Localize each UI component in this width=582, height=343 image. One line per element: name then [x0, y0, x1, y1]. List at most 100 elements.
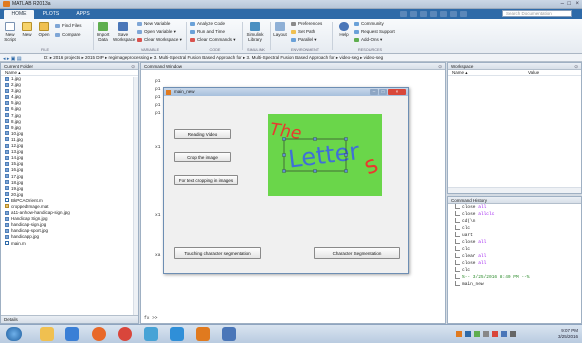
simulink-library-button[interactable]: Simulink Library: [245, 22, 265, 42]
gear-icon: [291, 22, 296, 26]
image-word-s: s: [360, 150, 382, 181]
workspace-panel: Workspace ⊙ Name ▴ Value: [447, 62, 582, 194]
network-icon[interactable]: [501, 331, 507, 337]
preferences-button[interactable]: Preferences: [291, 21, 322, 27]
clear-workspace-button[interactable]: Clear Workspace ▾: [137, 37, 182, 43]
close-icon[interactable]: ×: [575, 1, 579, 7]
figure-maximize-button[interactable]: □: [379, 89, 387, 95]
minimize-icon[interactable]: –: [561, 1, 564, 7]
tab-home[interactable]: HOME: [4, 10, 34, 19]
app-icon[interactable]: [144, 327, 158, 341]
help-icon: [339, 22, 349, 31]
chrome-icon[interactable]: [118, 327, 132, 341]
save-workspace-button[interactable]: Save Workspace: [113, 22, 135, 42]
layout-icon: [275, 22, 285, 31]
image-file-icon: [5, 88, 9, 93]
open-variable-button[interactable]: Open Variable ▾: [137, 29, 176, 35]
current-path[interactable]: D: ▸ 2016 projects ▸ 2015 DIP ▸ regimage…: [44, 54, 383, 62]
undo-icon[interactable]: [440, 11, 447, 17]
panel-menu-icon[interactable]: ⊙: [574, 63, 578, 70]
history-entry[interactable]: clc: [448, 225, 581, 232]
panel-menu-icon[interactable]: ⊙: [131, 63, 135, 70]
details-bar[interactable]: Details: [1, 315, 138, 323]
save-icon[interactable]: [400, 11, 407, 17]
add-ons-button[interactable]: Add-Ons ▾: [354, 37, 382, 43]
tray-icon[interactable]: [483, 331, 489, 337]
address-bar[interactable]: ◂ ▸ ▣ ▤ D: ▸ 2016 projects ▸ 2015 DIP ▸ …: [0, 54, 582, 62]
layout-button[interactable]: Layout: [272, 22, 288, 37]
figure-window-main-new[interactable]: main_new – □ × Reading Video Crop the im…: [163, 87, 409, 274]
tray-icon[interactable]: [456, 331, 462, 337]
touching-character-segmentation-button[interactable]: Touching character segmentation: [174, 247, 261, 259]
file-list-item[interactable]: main.m: [1, 241, 138, 247]
import-data-button[interactable]: Import Data: [95, 22, 111, 42]
history-entry[interactable]: close all: [448, 239, 581, 246]
find-files-button[interactable]: Find Files: [55, 23, 82, 29]
new-variable-button[interactable]: New Variable: [137, 21, 170, 27]
history-entry[interactable]: cd(\n: [448, 218, 581, 225]
set-path-button[interactable]: Set Path: [291, 29, 315, 35]
history-entry[interactable]: clear all: [448, 253, 581, 260]
cut-icon[interactable]: [410, 11, 417, 17]
history-entry[interactable]: clc: [448, 267, 581, 274]
image-axes[interactable]: The Letter s: [268, 114, 382, 196]
reading-video-button[interactable]: Reading Video: [174, 129, 231, 139]
history-entry[interactable]: main_new: [448, 281, 581, 288]
help-button[interactable]: Help: [336, 22, 352, 37]
compare-button[interactable]: Compare: [55, 32, 81, 38]
tab-plots[interactable]: PLOTS: [36, 10, 66, 19]
history-entry[interactable]: close all: [448, 260, 581, 267]
figure-minimize-button[interactable]: –: [370, 89, 378, 95]
panel-menu-icon[interactable]: ⊙: [438, 63, 442, 70]
tray-icon[interactable]: [465, 331, 471, 337]
clock[interactable]: 9:07 PM 3/25/2016: [558, 328, 578, 340]
crop-handle: [344, 153, 348, 157]
history-entry[interactable]: clc: [448, 246, 581, 253]
new-button[interactable]: New: [19, 22, 35, 37]
paste-icon[interactable]: [430, 11, 437, 17]
parallel-button[interactable]: Parallel ▾: [291, 37, 317, 43]
skype-icon[interactable]: [170, 327, 184, 341]
image-file-icon: [5, 186, 9, 191]
new-script-button[interactable]: New Script: [2, 22, 18, 42]
tray-icon[interactable]: [492, 331, 498, 337]
volume-icon[interactable]: [510, 331, 516, 337]
search-documentation-input[interactable]: Search Documentation: [502, 10, 572, 17]
history-entry[interactable]: close allclc: [448, 211, 581, 218]
clear-commands-button[interactable]: Clear Commands ▾: [190, 37, 236, 43]
figure-title-bar[interactable]: main_new – □ ×: [164, 88, 408, 96]
history-entry[interactable]: uart: [448, 232, 581, 239]
request-support-button[interactable]: Request Support: [354, 29, 395, 35]
help-icon[interactable]: [460, 11, 467, 17]
tray-icon[interactable]: [474, 331, 480, 337]
figure-close-button[interactable]: ×: [388, 89, 406, 95]
image-file-icon: [5, 76, 9, 81]
character-segmentation-button[interactable]: Character Segmentation: [314, 247, 400, 259]
folder-scrollbar[interactable]: [133, 77, 138, 315]
maximize-icon[interactable]: □: [567, 1, 571, 7]
image-file-icon: [5, 234, 9, 239]
redo-icon[interactable]: [450, 11, 457, 17]
folder-app-icon[interactable]: [222, 327, 236, 341]
analyze-code-button[interactable]: Analyze Code: [190, 21, 225, 27]
import-icon: [98, 22, 108, 31]
tab-apps[interactable]: APPS: [68, 10, 98, 19]
command-prompt[interactable]: fx >>: [144, 316, 158, 321]
command-history-panel: Command History close all close allclc cd(…: [447, 196, 582, 324]
history-entry[interactable]: close all: [448, 204, 581, 211]
save-workspace-icon: [118, 22, 128, 31]
run-and-time-button[interactable]: Run and Time: [190, 29, 225, 35]
image-file-icon: [5, 216, 9, 221]
community-button[interactable]: Community: [354, 21, 384, 27]
explorer-icon[interactable]: [40, 327, 54, 341]
media-player-icon[interactable]: [65, 327, 79, 341]
text-cropping-button[interactable]: For text cropping in images: [174, 175, 238, 185]
workspace-scrollbar[interactable]: [448, 187, 581, 193]
matlab-taskbar-icon[interactable]: [196, 327, 210, 341]
crop-image-button[interactable]: Crop the image: [174, 152, 231, 162]
open-button[interactable]: Open: [36, 22, 52, 37]
start-button-icon[interactable]: [6, 327, 22, 341]
copy-icon[interactable]: [420, 11, 427, 17]
clear-workspace-icon: [137, 38, 142, 42]
firefox-icon[interactable]: [92, 327, 106, 341]
